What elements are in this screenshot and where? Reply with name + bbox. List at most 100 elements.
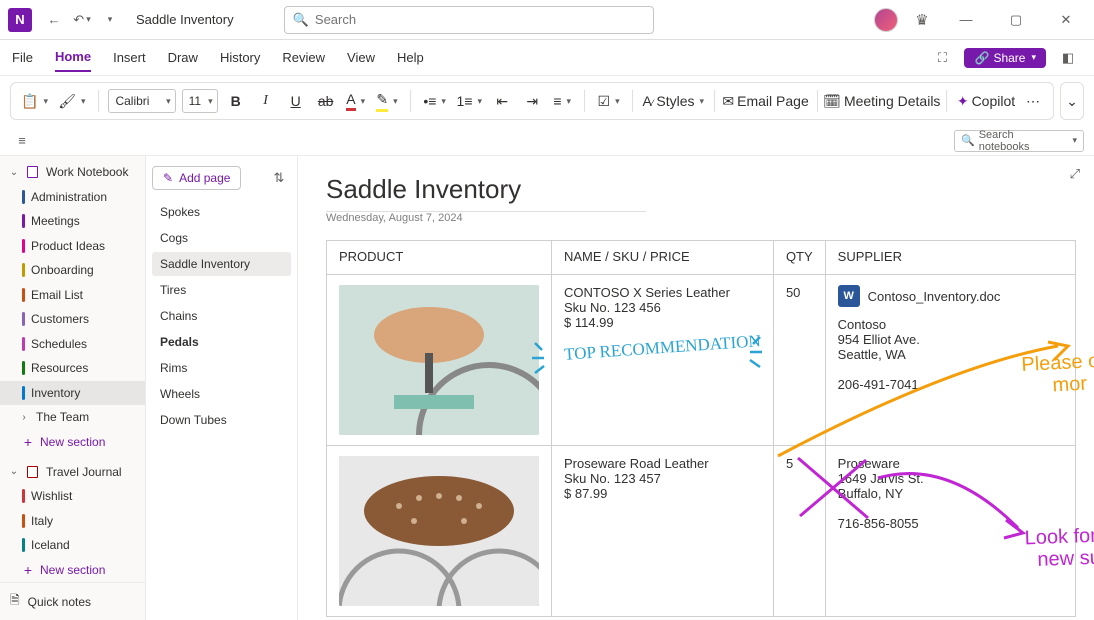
notebook-toolbar: ≡ 🔍 Search notebooks ▾ bbox=[0, 126, 1094, 156]
product-details-cell: Proseware Road Leather Sku No. 123 457 $… bbox=[552, 446, 774, 617]
section-administration[interactable]: Administration bbox=[0, 185, 145, 210]
chevron-down-icon: ⌄ bbox=[8, 466, 20, 477]
product-image[interactable] bbox=[339, 285, 539, 435]
product-price: $ 114.99 bbox=[564, 315, 761, 330]
page-cogs[interactable]: Cogs bbox=[152, 226, 291, 250]
font-color-button[interactable]: A▾ bbox=[344, 87, 368, 115]
attached-document[interactable]: W Contoso_Inventory.doc bbox=[838, 285, 1063, 307]
section-the-team[interactable]: ›The Team bbox=[0, 405, 145, 430]
search-notebooks[interactable]: 🔍 Search notebooks ▾ bbox=[954, 130, 1084, 152]
menu-bar: File Home Insert Draw History Review Vie… bbox=[0, 40, 1094, 76]
bullet-list-button[interactable]: •≡▾ bbox=[421, 87, 448, 115]
product-name: Proseware Road Leather bbox=[564, 456, 761, 471]
strikethrough-button[interactable]: ab bbox=[314, 87, 338, 115]
section-resources[interactable]: Resources bbox=[0, 356, 145, 381]
page-pedals[interactable]: Pedals bbox=[152, 330, 291, 354]
close-button[interactable]: ✕ bbox=[1046, 4, 1086, 36]
user-avatar[interactable] bbox=[874, 8, 898, 32]
number-list-button[interactable]: 1≡▾ bbox=[454, 87, 484, 115]
email-page-button[interactable]: ✉ Email Page bbox=[725, 87, 807, 115]
premium-icon[interactable]: ♛ bbox=[908, 6, 936, 34]
product-price: $ 87.99 bbox=[564, 486, 761, 501]
bold-button[interactable]: B bbox=[224, 87, 248, 115]
fullscreen-toggle-icon[interactable]: ⛶ bbox=[928, 44, 956, 72]
page-saddle-inventory[interactable]: Saddle Inventory bbox=[152, 252, 291, 276]
paragraph-button[interactable]: ≡▾ bbox=[550, 87, 574, 115]
more-commands-button[interactable]: ⋯ bbox=[1021, 87, 1045, 115]
new-section-button[interactable]: +New section bbox=[0, 430, 145, 455]
plus-icon: + bbox=[22, 434, 34, 450]
quick-notes-button[interactable]: 🗎 Quick notes bbox=[0, 582, 145, 620]
search-notebooks-label: Search notebooks bbox=[979, 129, 1067, 153]
format-painter-button[interactable]: 🖌▾ bbox=[56, 87, 87, 115]
styles-button[interactable]: A⁄ Styles▾ bbox=[643, 87, 704, 115]
expand-icon[interactable]: ⤢ bbox=[1070, 166, 1080, 182]
supplier-name: Proseware bbox=[838, 456, 1063, 471]
section-inventory[interactable]: Inventory bbox=[0, 381, 145, 406]
maximize-button[interactable]: ▢ bbox=[996, 4, 1036, 36]
refresh-button[interactable]: ▾ bbox=[96, 6, 124, 34]
section-product-ideas[interactable]: Product Ideas bbox=[0, 234, 145, 259]
ribbon-collapse-button[interactable]: ⌄ bbox=[1060, 82, 1084, 120]
supplier-name: Contoso bbox=[838, 317, 1063, 332]
product-sku: Sku No. 123 457 bbox=[564, 471, 761, 486]
product-image-cell bbox=[327, 446, 552, 617]
product-image[interactable] bbox=[339, 456, 539, 606]
menu-home[interactable]: Home bbox=[55, 43, 91, 72]
page-down-tubes[interactable]: Down Tubes bbox=[152, 408, 291, 432]
section-email-list[interactable]: Email List bbox=[0, 283, 145, 308]
outdent-button[interactable]: ⇤ bbox=[490, 87, 514, 115]
chevron-down-icon: ▾ bbox=[1072, 135, 1077, 146]
notebook-work[interactable]: ⌄ Work Notebook bbox=[0, 160, 145, 185]
page-title[interactable]: Saddle Inventory bbox=[326, 174, 1066, 205]
italic-button[interactable]: I bbox=[254, 87, 278, 115]
section-meetings[interactable]: Meetings bbox=[0, 209, 145, 234]
page-rims[interactable]: Rims bbox=[152, 356, 291, 380]
page-spokes[interactable]: Spokes bbox=[152, 200, 291, 224]
menu-history[interactable]: History bbox=[220, 44, 260, 71]
edit-icon: ✎ bbox=[163, 171, 173, 185]
add-page-button[interactable]: ✎ Add page bbox=[152, 166, 241, 190]
sort-pages-button[interactable]: ⇅ bbox=[267, 166, 291, 190]
menu-draw[interactable]: Draw bbox=[168, 44, 198, 71]
indent-button[interactable]: ⇥ bbox=[520, 87, 544, 115]
underline-button[interactable]: U bbox=[284, 87, 308, 115]
menu-file[interactable]: File bbox=[12, 44, 33, 71]
search-input[interactable] bbox=[315, 12, 645, 27]
font-size-select[interactable]: 11 bbox=[182, 89, 218, 113]
tags-button[interactable]: ☑▾ bbox=[595, 87, 622, 115]
page-chains[interactable]: Chains bbox=[152, 304, 291, 328]
paste-button[interactable]: 📋▾ bbox=[19, 87, 50, 115]
menu-review[interactable]: Review bbox=[282, 44, 325, 71]
menu-insert[interactable]: Insert bbox=[113, 44, 146, 71]
copilot-button[interactable]: ✦ Copilot bbox=[957, 87, 1015, 115]
back-button[interactable]: ← bbox=[40, 6, 68, 34]
copilot-pane-icon[interactable]: ◧ bbox=[1054, 44, 1082, 72]
section-onboarding[interactable]: Onboarding bbox=[0, 258, 145, 283]
section-wishlist[interactable]: Wishlist bbox=[0, 484, 145, 509]
plus-icon: + bbox=[22, 562, 34, 578]
new-section-button[interactable]: +New section bbox=[0, 558, 145, 583]
page-tires[interactable]: Tires bbox=[152, 278, 291, 302]
section-customers[interactable]: Customers bbox=[0, 307, 145, 332]
highlight-button[interactable]: ✎▾ bbox=[374, 87, 400, 115]
meeting-details-button[interactable]: 🗓 Meeting Details bbox=[827, 87, 936, 115]
product-qty: 5 bbox=[773, 446, 825, 617]
menu-view[interactable]: View bbox=[347, 44, 375, 71]
global-search[interactable]: 🔍 bbox=[284, 6, 654, 34]
hamburger-icon[interactable]: ≡ bbox=[10, 129, 34, 153]
section-schedules[interactable]: Schedules bbox=[0, 332, 145, 357]
undo-button[interactable]: ↶▾ bbox=[68, 6, 96, 34]
section-iceland[interactable]: Iceland bbox=[0, 533, 145, 558]
page-content[interactable]: ⤢ Saddle Inventory Wednesday, August 7, … bbox=[298, 156, 1094, 620]
table-row: CONTOSO X Series Leather Sku No. 123 456… bbox=[327, 275, 1076, 446]
section-italy[interactable]: Italy bbox=[0, 509, 145, 534]
share-button[interactable]: 🔗 Share ▾ bbox=[964, 48, 1046, 68]
ink-text-orange: Please o mor bbox=[1021, 350, 1094, 398]
word-doc-icon: W bbox=[838, 285, 860, 307]
menu-help[interactable]: Help bbox=[397, 44, 424, 71]
page-wheels[interactable]: Wheels bbox=[152, 382, 291, 406]
notebook-travel-journal[interactable]: ⌄ Travel Journal bbox=[0, 460, 145, 485]
minimize-button[interactable]: — bbox=[946, 4, 986, 36]
font-family-select[interactable]: Calibri bbox=[108, 89, 175, 113]
